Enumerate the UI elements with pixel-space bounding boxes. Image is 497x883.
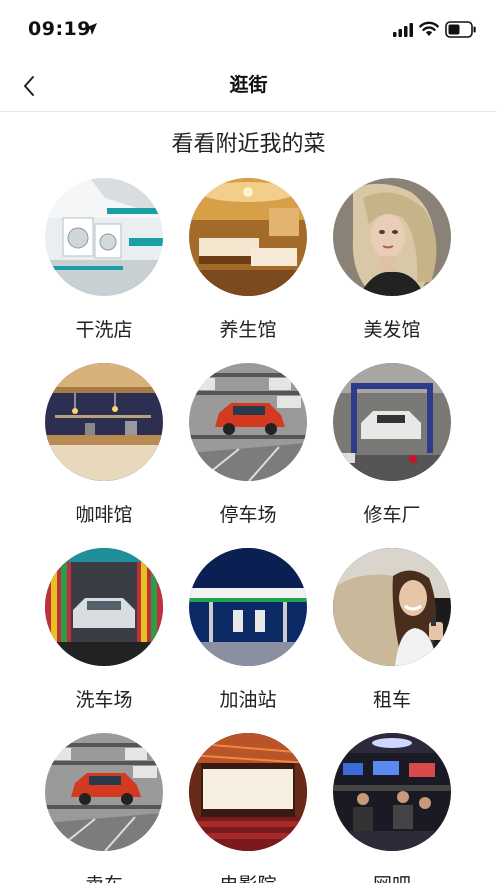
status-time: 09:19 xyxy=(28,18,91,40)
navigation-bar: 逛街 xyxy=(0,60,497,112)
category-item-internet-cafe[interactable]: 网吧 xyxy=(322,733,462,883)
parking-icon xyxy=(189,363,307,481)
category-label: 干洗店 xyxy=(75,319,133,341)
location-arrow-icon xyxy=(85,23,97,35)
category-item-laundry[interactable]: 干洗店 xyxy=(34,178,174,358)
car-wash-icon xyxy=(45,548,163,666)
garage-icon xyxy=(333,363,451,481)
cinema-icon xyxy=(189,733,307,851)
gas-station-icon xyxy=(189,548,307,666)
category-item-car-wash[interactable]: 洗车场 xyxy=(34,548,174,728)
category-item-cafe[interactable]: 咖啡馆 xyxy=(34,363,174,543)
hair-model-icon xyxy=(333,178,451,296)
category-label: 修车厂 xyxy=(363,504,421,526)
category-label: 网吧 xyxy=(322,872,462,883)
category-item-car-sale[interactable]: 卖车 xyxy=(34,733,174,883)
page-title: 逛街 xyxy=(229,74,268,96)
category-item-car-rental[interactable]: 租车 xyxy=(322,548,462,728)
category-item-gas-station[interactable]: 加油站 xyxy=(178,548,318,728)
spa-room-icon xyxy=(189,178,307,296)
category-label: 养生馆 xyxy=(219,319,277,341)
battery-icon xyxy=(445,21,476,38)
category-label: 卖车 xyxy=(34,872,174,883)
category-label: 美发馆 xyxy=(363,319,421,341)
category-label: 停车场 xyxy=(219,504,277,526)
category-item-parking[interactable]: 停车场 xyxy=(178,363,318,543)
category-label: 电影院 xyxy=(178,872,318,883)
category-item-garage[interactable]: 修车厂 xyxy=(322,363,462,543)
category-label: 洗车场 xyxy=(75,689,133,711)
wifi-icon xyxy=(419,21,439,36)
car-rental-icon xyxy=(333,548,451,666)
category-label: 咖啡馆 xyxy=(75,504,133,526)
category-item-cinema[interactable]: 电影院 xyxy=(178,733,318,883)
cafe-icon xyxy=(45,363,163,481)
category-label: 加油站 xyxy=(219,689,277,711)
section-title: 看看附近我的菜 xyxy=(171,132,326,157)
laundry-icon xyxy=(45,178,163,296)
car-sale-icon xyxy=(45,733,163,851)
internet-cafe-icon xyxy=(333,733,451,851)
status-bar: 09:19 xyxy=(0,0,497,60)
cellular-signal-icon xyxy=(393,23,413,37)
category-item-hair-salon[interactable]: 美发馆 xyxy=(322,178,462,358)
category-label: 租车 xyxy=(372,689,411,711)
category-item-spa[interactable]: 养生馆 xyxy=(178,178,318,358)
